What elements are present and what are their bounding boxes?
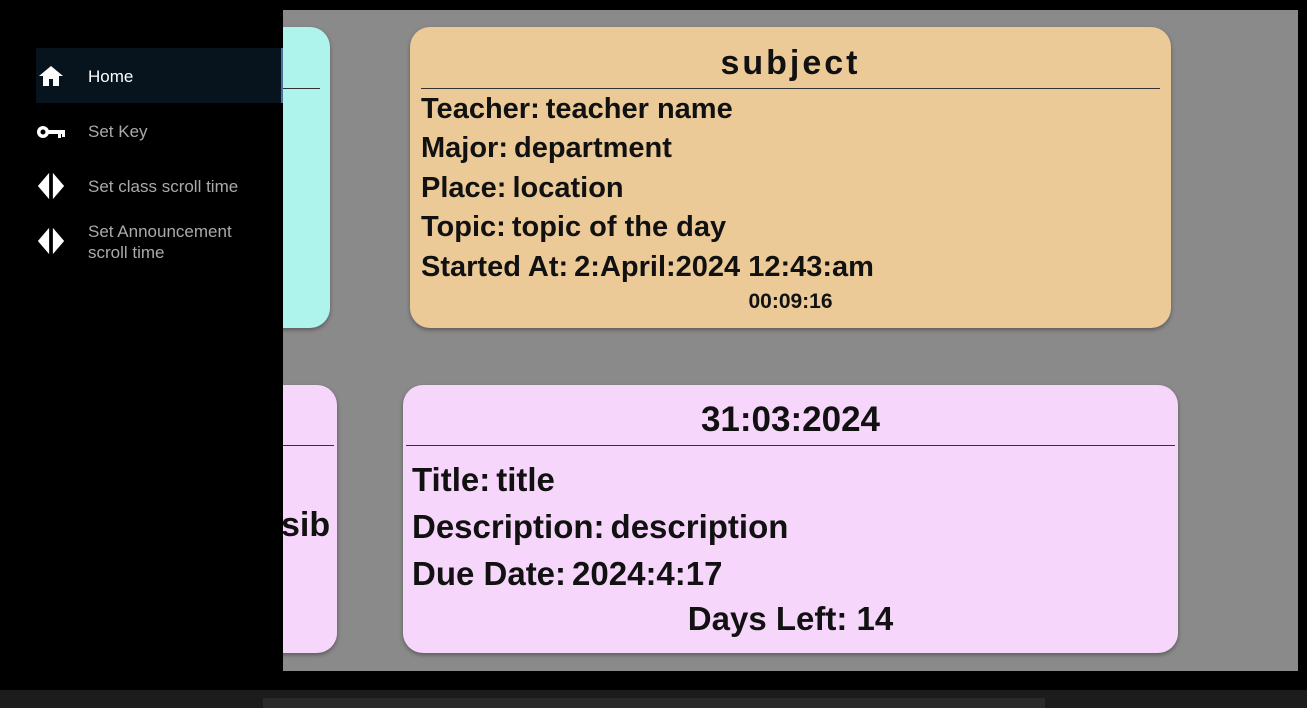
scroll-arrows-icon xyxy=(36,226,66,256)
days-left-label: Days Left: xyxy=(687,600,848,637)
topic-row: Topic: topic of the day xyxy=(421,211,726,244)
divider xyxy=(421,88,1160,89)
title-label: Title: xyxy=(412,461,491,498)
drawer-label-set-key: Set Key xyxy=(88,122,148,141)
due-date-label: Due Date: xyxy=(412,555,567,592)
place-label: Place: xyxy=(421,172,507,204)
navigation-handle[interactable] xyxy=(263,698,1045,708)
major-row: Major: department xyxy=(421,132,672,165)
home-icon xyxy=(36,61,66,91)
navigation-drawer: Home Set Key Set class scroll time Set A… xyxy=(0,0,283,690)
key-icon xyxy=(36,117,66,147)
drawer-label-set-announcement-scroll-time: Set Announcement scroll time xyxy=(88,222,232,262)
started-value: 2:April:2024 12:43:am xyxy=(574,251,874,283)
subject-title: subject xyxy=(720,44,861,82)
class-card[interactable]: subject Teacher: teacher name Major: depar… xyxy=(410,27,1171,328)
started-label: Started At: xyxy=(421,251,569,283)
description-row: Description: description xyxy=(412,508,788,546)
started-row: Started At: 2:April:2024 12:43:am xyxy=(421,251,874,284)
place-row: Place: location xyxy=(421,172,624,205)
divider xyxy=(406,445,1175,446)
due-date-row: Due Date: 2024:4:17 xyxy=(412,555,722,593)
major-value: department xyxy=(514,132,672,164)
scroll-arrows-icon xyxy=(36,171,66,201)
days-left-row: Days Left: 14 xyxy=(403,600,1178,638)
place-value: location xyxy=(512,172,624,204)
major-label: Major: xyxy=(421,132,508,164)
description-label: Description: xyxy=(412,508,605,545)
teacher-value: teacher name xyxy=(545,93,733,125)
drawer-label-set-class-scroll-time: Set class scroll time xyxy=(88,177,239,196)
topic-value: topic of the day xyxy=(511,211,727,243)
days-left-value: 14 xyxy=(856,600,894,637)
description-value: description xyxy=(610,508,789,545)
topic-label: Topic: xyxy=(421,211,506,243)
announcement-card[interactable]: 31:03:2024 Title: title Description: descr… xyxy=(403,385,1178,653)
elapsed-timer: 00:09:16 xyxy=(748,290,833,313)
title-value: title xyxy=(496,461,555,498)
teacher-label: Teacher: xyxy=(421,93,540,125)
due-date-value: 2024:4:17 xyxy=(572,555,723,592)
teacher-row: Teacher: teacher name xyxy=(421,93,733,126)
announcement-date: 31:03:2024 xyxy=(700,400,881,439)
drawer-label-home: Home xyxy=(88,67,134,86)
title-row: Title: title xyxy=(412,461,555,499)
drawer-item-home[interactable] xyxy=(36,48,283,103)
peek-text: sib xyxy=(281,506,331,544)
